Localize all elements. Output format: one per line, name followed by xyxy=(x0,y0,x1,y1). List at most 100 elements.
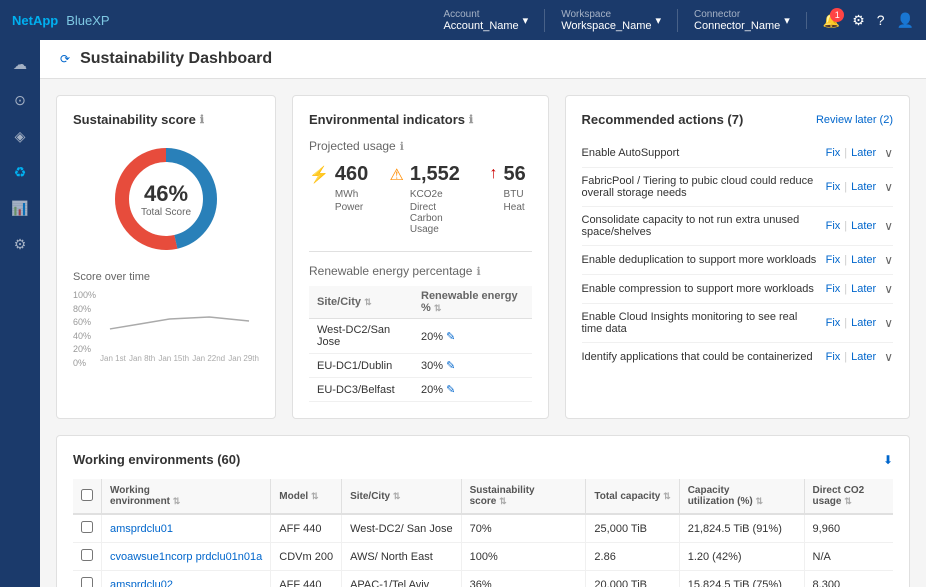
sidebar-item-data[interactable]: ◈ xyxy=(4,120,36,152)
env-info-icon[interactable]: ℹ xyxy=(469,113,473,126)
page-title: Sustainability Dashboard xyxy=(80,50,272,68)
model-col-header[interactable]: Model ⇅ xyxy=(271,479,342,514)
row-checkbox[interactable] xyxy=(81,577,93,587)
help-icon[interactable]: ? xyxy=(877,12,885,28)
table-row: amsprdclu01 AFF 440 West-DC2/ San Jose 7… xyxy=(73,514,893,543)
settings-gear-icon[interactable]: ⚙ xyxy=(852,12,865,29)
model-cell: AFF 440 xyxy=(271,514,342,543)
sidebar-item-home[interactable]: ☁ xyxy=(4,48,36,80)
workspace-nav[interactable]: Workspace Workspace_Name ▾ xyxy=(544,9,661,32)
later-link[interactable]: Later xyxy=(851,351,876,363)
sidebar-item-chart[interactable]: 📊 xyxy=(4,192,36,224)
caputil-col-header[interactable]: Capacityutilization (%) ⇅ xyxy=(679,479,804,514)
edit-icon[interactable]: ✎ xyxy=(446,360,455,372)
working-environments-section: Working environments (60) ⬇ Workingenvir… xyxy=(56,435,910,587)
score-col-header[interactable]: Sustainabilityscore ⇅ xyxy=(461,479,586,514)
sitecity-sort-icon[interactable]: ⇅ xyxy=(393,491,401,501)
sidebar-item-settings[interactable]: ⚙ xyxy=(4,228,36,260)
power-label: Power xyxy=(335,202,370,213)
model-cell: AFF 440 xyxy=(271,571,342,587)
action-row: Enable Cloud Insights monitoring to see … xyxy=(582,304,894,343)
sidebar-item-storage[interactable]: ⊙ xyxy=(4,84,36,116)
action-text: FabricPool / Tiering to pubic cloud coul… xyxy=(582,175,818,199)
co2-col-header[interactable]: Direct CO2usage ⇅ xyxy=(804,479,893,514)
carbon-unit: KCO2e xyxy=(410,189,443,200)
user-avatar[interactable]: 👤 xyxy=(897,12,914,29)
action-text: Identify applications that could be cont… xyxy=(582,351,818,363)
expand-chevron-icon[interactable]: ∨ xyxy=(884,316,893,330)
review-later-button[interactable]: Review later (2) xyxy=(816,114,893,126)
later-link[interactable]: Later xyxy=(851,147,876,159)
fix-link[interactable]: Fix xyxy=(826,283,841,295)
download-icon[interactable]: ⬇ xyxy=(883,453,893,467)
fix-link[interactable]: Fix xyxy=(826,220,841,232)
row-checkbox[interactable] xyxy=(81,549,93,561)
site-col-header[interactable]: Site/City ⇅ xyxy=(342,479,462,514)
site-sort-icon[interactable]: ⇅ xyxy=(364,297,372,307)
later-link[interactable]: Later xyxy=(851,283,876,295)
account-nav[interactable]: Account Account_Name ▾ xyxy=(427,9,528,32)
carbon-metric: ⚠ 1,552 KCO2e Direct Carbon Usage xyxy=(390,163,470,235)
co2-cell: 8,300 xyxy=(804,571,893,587)
checkbox-col-header xyxy=(73,479,102,514)
we-sort-icon[interactable]: ⇅ xyxy=(173,496,181,506)
later-link[interactable]: Later xyxy=(851,254,876,266)
bluexp-label: BlueXP xyxy=(66,13,109,28)
we-name-link[interactable]: amsprdclu02 xyxy=(110,579,173,587)
later-link[interactable]: Later xyxy=(851,317,876,329)
later-link[interactable]: Later xyxy=(851,181,876,193)
we-col-header[interactable]: Workingenvironment ⇅ xyxy=(102,479,271,514)
expand-chevron-icon[interactable]: ∨ xyxy=(884,253,893,267)
expand-chevron-icon[interactable]: ∨ xyxy=(884,146,893,160)
sidebar-item-sustainability[interactable]: ♻ xyxy=(4,156,36,188)
model-sort-icon[interactable]: ⇅ xyxy=(311,491,319,501)
heat-icon: ↑ xyxy=(490,165,498,183)
expand-chevron-icon[interactable]: ∨ xyxy=(884,350,893,364)
fix-link[interactable]: Fix xyxy=(826,254,841,266)
workspace-label: Workspace xyxy=(561,9,651,20)
site-cell: West-DC2/ San Jose xyxy=(342,514,462,543)
select-all-checkbox[interactable] xyxy=(81,489,93,501)
sidebar: ☁ ⊙ ◈ ♻ 📊 ⚙ xyxy=(0,40,40,587)
action-row: Consolidate capacity to not run extra un… xyxy=(582,207,894,246)
power-icon: ⚡ xyxy=(309,165,329,185)
projected-usage-label: Projected usage xyxy=(309,139,396,153)
row-checkbox-cell xyxy=(73,571,102,587)
we-header: Working environments (60) ⬇ xyxy=(73,452,893,467)
cap-sort-icon[interactable]: ⇅ xyxy=(663,491,671,501)
actions-header: Recommended actions (7) Review later (2) xyxy=(582,112,894,127)
renewable-col-header[interactable]: Renewable energy % ⇅ xyxy=(413,286,532,319)
projected-info-icon[interactable]: ℹ xyxy=(400,140,404,153)
projected-usage-section: Projected usage ℹ ⚡ 460 MWh Power xyxy=(309,139,532,235)
power-metric: ⚡ 460 MWh Power xyxy=(309,163,370,235)
fix-link[interactable]: Fix xyxy=(826,351,841,363)
notification-bell-icon[interactable]: 🔔 1 xyxy=(823,12,840,29)
later-link[interactable]: Later xyxy=(851,220,876,232)
totalcap-col-header[interactable]: Total capacity ⇅ xyxy=(586,479,679,514)
expand-chevron-icon[interactable]: ∨ xyxy=(884,219,893,233)
we-name-link[interactable]: cvoawsue1ncorp prdclu01n01a xyxy=(110,551,262,563)
edit-icon[interactable]: ✎ xyxy=(446,331,455,343)
expand-chevron-icon[interactable]: ∨ xyxy=(884,180,893,194)
total-cap-cell: 2.86 xyxy=(586,543,679,571)
fix-link[interactable]: Fix xyxy=(826,317,841,329)
co2-sort-icon[interactable]: ⇅ xyxy=(844,496,852,506)
renewable-sort-icon[interactable]: ⇅ xyxy=(434,303,442,313)
score-cell: 70% xyxy=(461,514,586,543)
site-col-header[interactable]: Site/City ⇅ xyxy=(309,286,413,319)
util-sort-icon[interactable]: ⇅ xyxy=(755,496,763,506)
score-info-icon[interactable]: ℹ xyxy=(200,113,204,126)
fix-link[interactable]: Fix xyxy=(826,147,841,159)
renewable-info-icon[interactable]: ℹ xyxy=(476,265,480,278)
notification-badge: 1 xyxy=(830,8,844,22)
row-checkbox[interactable] xyxy=(81,521,93,533)
fix-link[interactable]: Fix xyxy=(826,181,841,193)
we-name-link[interactable]: amsprdclu01 xyxy=(110,523,173,535)
score-sort-icon[interactable]: ⇅ xyxy=(499,496,507,506)
power-value: 460 xyxy=(335,163,368,185)
edit-icon[interactable]: ✎ xyxy=(446,384,455,396)
expand-chevron-icon[interactable]: ∨ xyxy=(884,282,893,296)
back-icon[interactable]: ⟳ xyxy=(60,52,70,66)
connector-nav[interactable]: Connector Connector_Name ▾ xyxy=(677,9,790,32)
content-area: Sustainability score ℹ xyxy=(40,79,926,587)
